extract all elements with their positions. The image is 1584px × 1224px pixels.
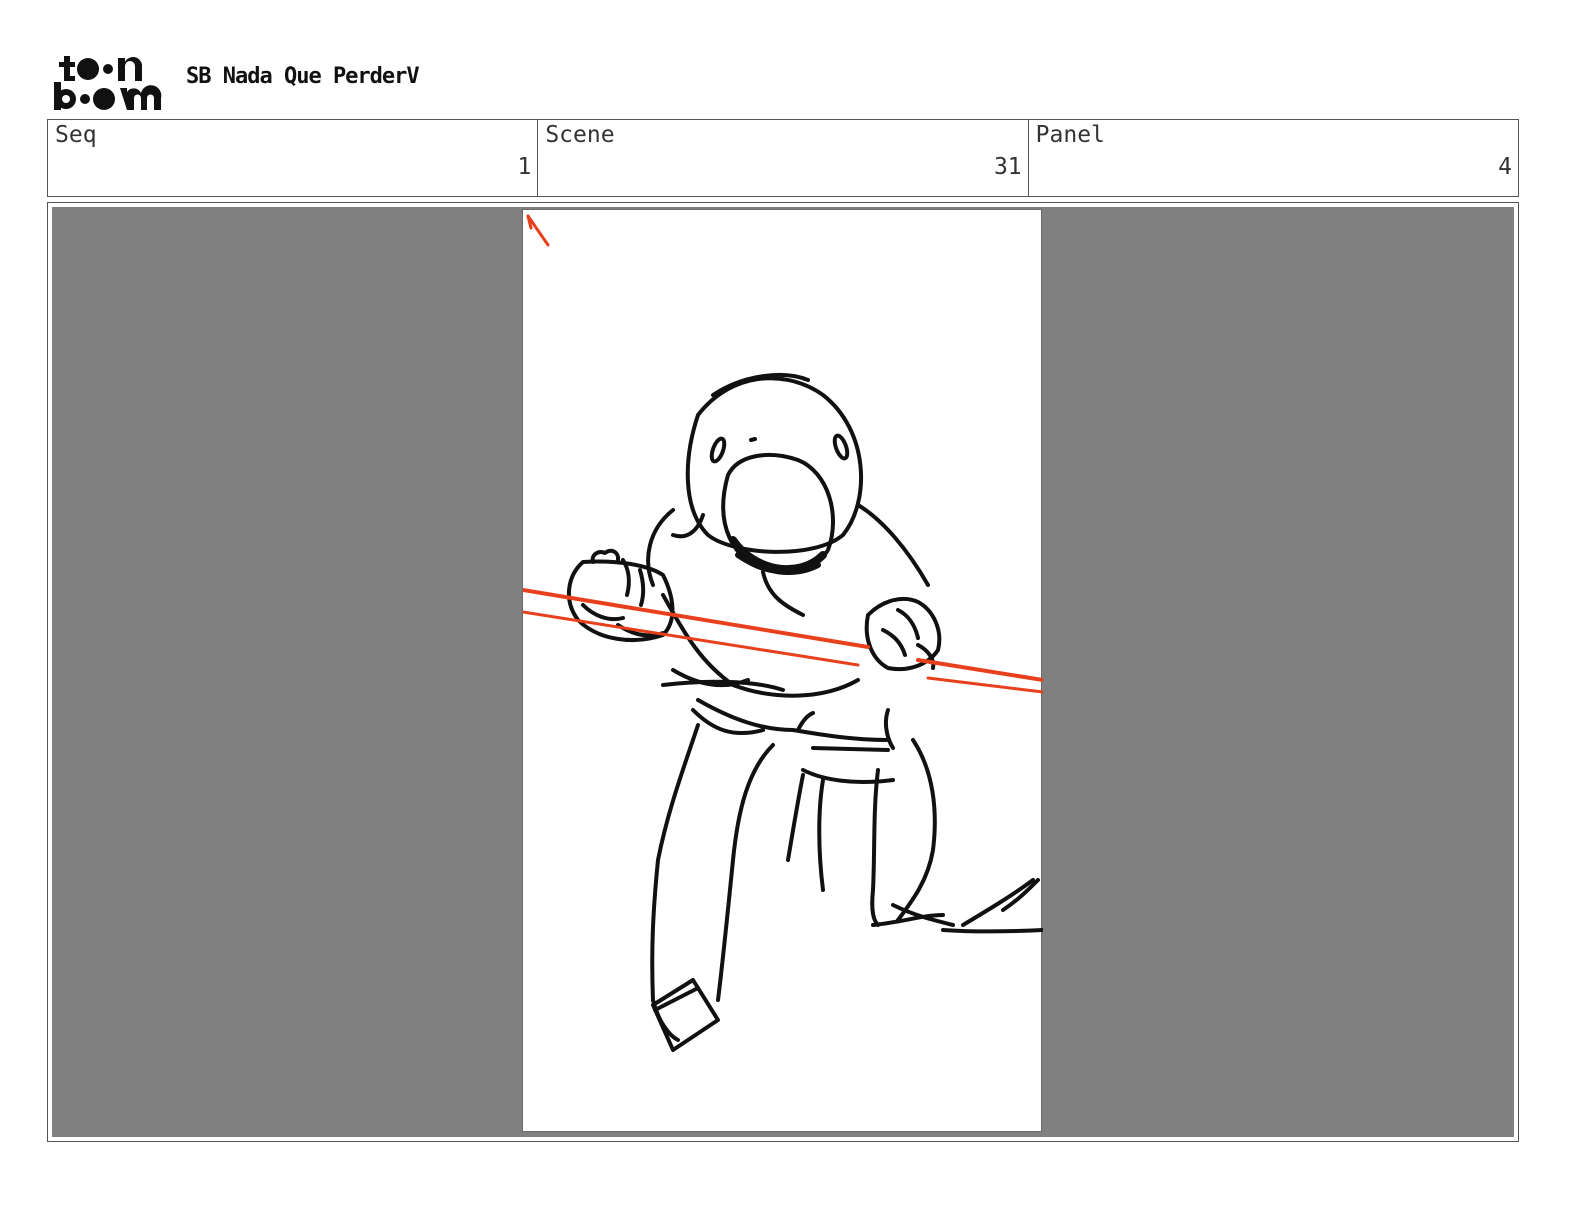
panel-cell: Panel 4 [1029, 120, 1518, 196]
panel-label: Panel [1035, 122, 1105, 148]
scene-label: Scene [545, 122, 615, 148]
seq-cell: Seq 1 [48, 120, 539, 196]
seq-label: Seq [55, 122, 97, 148]
panel-value: 4 [1498, 154, 1512, 180]
toon-boom-logo [54, 56, 162, 110]
scene-cell: Scene 31 [538, 120, 1029, 196]
drawing-canvas [522, 209, 1043, 1132]
scene-value: 31 [993, 154, 1022, 180]
panel-info-table: Seq 1 Scene 31 Panel 4 [47, 119, 1519, 197]
seq-value: 1 [517, 154, 532, 180]
document-title: SB Nada Que PerderV [186, 64, 420, 89]
character-sketch [523, 214, 1043, 1052]
